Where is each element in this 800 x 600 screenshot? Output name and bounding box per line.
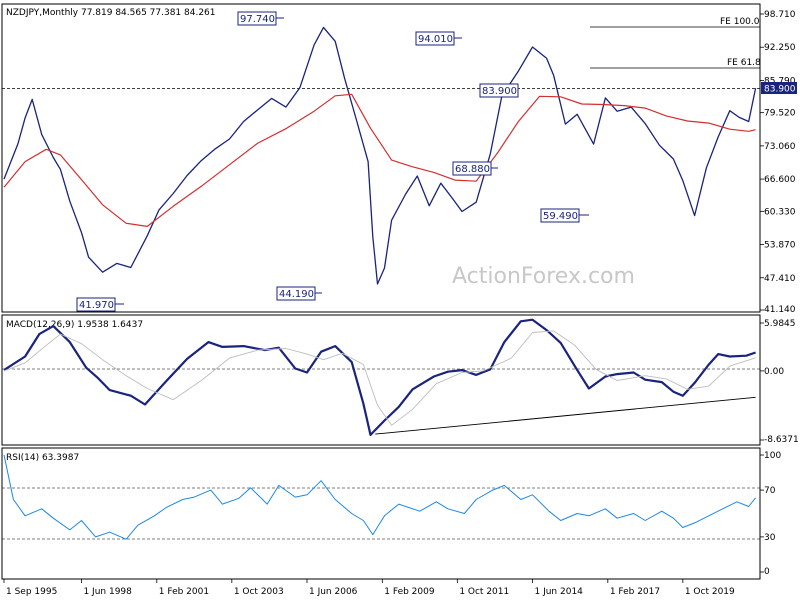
y-tick-label: 66.600 xyxy=(764,175,796,185)
macd-y-ticks: 5.9845 0.00 -8.6371 xyxy=(760,319,799,445)
trough-label-41970: 41.970 xyxy=(79,300,114,311)
y-tick-label: 53.870 xyxy=(764,241,796,251)
y-tick-label: 0 xyxy=(764,567,770,577)
macd-panel-header: MACD(12,26,9) 1.9538 1.6437 xyxy=(6,320,143,330)
price-y-ticks: 98.71092.25085.79079.52073.06066.60060.3… xyxy=(760,10,796,315)
x-tick-label: 1 Jun 1998 xyxy=(83,587,132,597)
y-tick-label: 60.330 xyxy=(764,207,796,217)
y-tick-label: 41.140 xyxy=(764,305,796,315)
y-tick-label: 47.410 xyxy=(764,274,796,284)
x-tick-label: 1 Oct 2003 xyxy=(234,587,284,597)
nzdjpy-chart: NZDJPY,Monthly 77.819 84.565 77.381 84.2… xyxy=(1,3,799,597)
peak-label-83900: 83.900 xyxy=(482,86,517,97)
current-price-label: 83.900 xyxy=(764,85,796,95)
x-tick-label: 1 Oct 2011 xyxy=(459,587,509,597)
x-tick-label: 1 Feb 2001 xyxy=(159,587,209,597)
y-tick-label: 79.520 xyxy=(764,109,796,119)
fe-618-label: FE 61.8 xyxy=(727,58,761,68)
trough-label-59490: 59.490 xyxy=(543,211,578,222)
y-tick-label: 0.00 xyxy=(764,367,784,377)
y-tick-label: 5.9845 xyxy=(764,319,796,329)
rsi-panel-header: RSI(14) 63.3987 xyxy=(6,453,79,463)
y-tick-label: 92.250 xyxy=(764,43,796,53)
rsi-panel-frame xyxy=(1,447,761,580)
y-tick-label: -8.6371 xyxy=(764,435,799,445)
trough-label-68880: 68.880 xyxy=(455,164,490,175)
x-tick-label: 1 Sep 1995 xyxy=(6,587,57,597)
peak-label-97740: 97.740 xyxy=(240,14,275,25)
x-axis-ticks: 1 Sep 1995 1 Jun 1998 1 Feb 2001 1 Oct 2003… xyxy=(3,579,735,597)
y-tick-label: 98.710 xyxy=(764,10,796,20)
y-tick-label: 30 xyxy=(764,533,776,543)
peak-label-94010: 94.010 xyxy=(418,34,453,45)
x-tick-label: 1 Jun 2006 xyxy=(309,587,358,597)
y-tick-label: 73.060 xyxy=(764,142,796,152)
y-tick-label: 70 xyxy=(764,486,776,496)
price-panel-frame xyxy=(1,3,761,313)
trough-label-44190: 44.190 xyxy=(279,289,314,300)
price-panel-header: NZDJPY,Monthly 77.819 84.565 77.381 84.2… xyxy=(6,8,216,18)
x-tick-label: 1 Jun 2014 xyxy=(534,587,583,597)
fe-100-label: FE 100.0 xyxy=(720,17,760,27)
y-tick-label: 100 xyxy=(764,451,781,461)
watermark: ActionForex.com xyxy=(452,264,635,289)
x-tick-label: 1 Oct 2019 xyxy=(685,587,735,597)
rsi-y-ticks: 100 70 30 0 xyxy=(760,451,781,577)
x-tick-label: 1 Feb 2017 xyxy=(610,587,660,597)
x-tick-label: 1 Feb 2009 xyxy=(384,587,435,597)
